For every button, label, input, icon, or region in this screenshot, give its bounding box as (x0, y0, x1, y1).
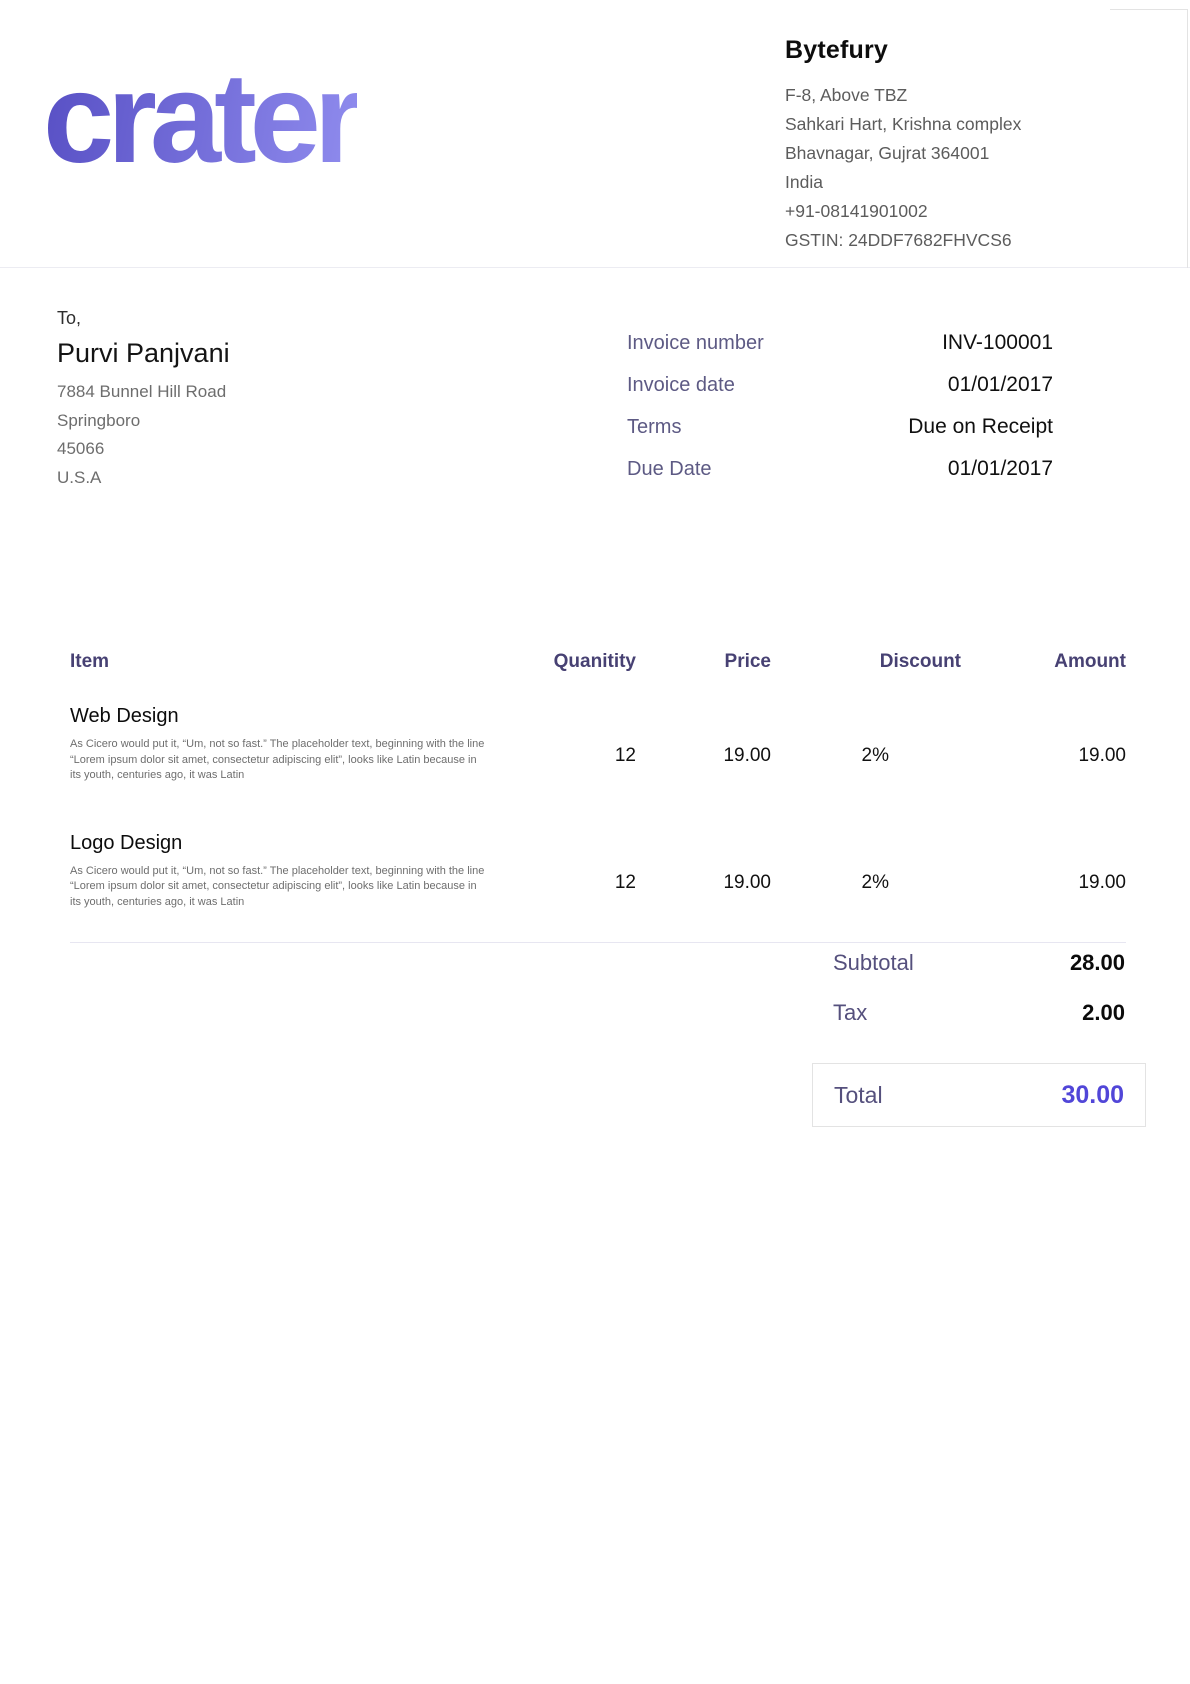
item-price: 19.00 (636, 705, 771, 784)
subtotal-value: 28.00 (1070, 948, 1125, 978)
customer-address-line: 7884 Bunnel Hill Road (57, 378, 477, 407)
screen-edge-artifact (1187, 9, 1188, 268)
crater-logo: crater (43, 52, 357, 186)
company-address-line: India (785, 168, 1165, 197)
line-items-table: Item Quanitity Price Discount Amount Web… (70, 650, 1126, 943)
item-cell: Logo Design As Cicero would put it, “Um,… (70, 832, 526, 911)
company-block: Bytefury F-8, Above TBZ Sahkari Hart, Kr… (785, 36, 1165, 255)
item-quantity: 12 (526, 705, 636, 784)
invoice-date-value: 01/01/2017 (948, 372, 1053, 398)
company-address-line: F-8, Above TBZ (785, 81, 1165, 110)
table-row: Web Design As Cicero would put it, “Um, … (70, 683, 1126, 810)
tax-row: Tax 2.00 (812, 998, 1146, 1028)
company-name: Bytefury (785, 36, 1165, 65)
subtotal-label: Subtotal (833, 948, 914, 978)
item-discount: 2% (771, 705, 961, 784)
due-date-label: Due Date (627, 456, 712, 482)
invoice-meta-block: Invoice number INV-100001 Invoice date 0… (627, 330, 1053, 498)
grand-total-box: Total 30.00 (812, 1063, 1146, 1127)
grand-total-label: Total (834, 1082, 883, 1109)
header-quantity: Quanitity (526, 650, 636, 674)
customer-address-line: 45066 (57, 435, 477, 464)
invoice-date-row: Invoice date 01/01/2017 (627, 372, 1053, 398)
item-description: As Cicero would put it, “Um, not so fast… (70, 864, 488, 911)
customer-name: Purvi Panjvani (57, 333, 477, 373)
header-item: Item (70, 650, 526, 674)
header-price: Price (636, 650, 771, 674)
item-name: Logo Design (70, 832, 526, 855)
bill-to-block: To, Purvi Panjvani 7884 Bunnel Hill Road… (57, 303, 477, 492)
item-quantity: 12 (526, 832, 636, 911)
company-address-line: Sahkari Hart, Krishna complex (785, 110, 1165, 139)
customer-address-line: U.S.A (57, 464, 477, 493)
screen-edge-artifact (1110, 9, 1188, 10)
grand-total-value: 30.00 (1061, 1081, 1124, 1110)
customer-address-line: Springboro (57, 407, 477, 436)
tax-value: 2.00 (1082, 998, 1125, 1028)
due-date-value: 01/01/2017 (948, 456, 1053, 482)
invoice-date-label: Invoice date (627, 372, 735, 398)
item-price: 19.00 (636, 832, 771, 911)
subtotal-row: Subtotal 28.00 (812, 948, 1146, 978)
invoice-number-row: Invoice number INV-100001 (627, 330, 1053, 356)
terms-row: Terms Due on Receipt (627, 414, 1053, 440)
item-amount: 19.00 (961, 705, 1126, 784)
invoice-page: crater Bytefury F-8, Above TBZ Sahkari H… (0, 0, 1190, 1684)
item-cell: Web Design As Cicero would put it, “Um, … (70, 705, 526, 784)
table-header-row: Item Quanitity Price Discount Amount (70, 650, 1126, 683)
invoice-number-value: INV-100001 (942, 330, 1053, 356)
item-amount: 19.00 (961, 832, 1126, 911)
invoice-number-label: Invoice number (627, 330, 764, 356)
totals-block: Subtotal 28.00 Tax 2.00 Total 30.00 (812, 948, 1146, 1127)
table-row: Logo Design As Cicero would put it, “Um,… (70, 810, 1126, 937)
terms-label: Terms (627, 414, 681, 440)
header-amount: Amount (961, 650, 1126, 674)
item-name: Web Design (70, 705, 526, 728)
company-gstin: GSTIN: 24DDF7682FHVCS6 (785, 226, 1165, 255)
item-description: As Cicero would put it, “Um, not so fast… (70, 737, 488, 784)
due-date-row: Due Date 01/01/2017 (627, 456, 1053, 482)
bill-to-intro: To, (57, 303, 477, 333)
invoice-header: crater Bytefury F-8, Above TBZ Sahkari H… (0, 0, 1190, 268)
terms-value: Due on Receipt (908, 414, 1053, 440)
table-bottom-divider (70, 942, 1126, 943)
company-phone: +91-08141901002 (785, 197, 1165, 226)
item-discount: 2% (771, 832, 961, 911)
company-address-line: Bhavnagar, Gujrat 364001 (785, 139, 1165, 168)
header-discount: Discount (771, 650, 961, 674)
tax-label: Tax (833, 998, 867, 1028)
